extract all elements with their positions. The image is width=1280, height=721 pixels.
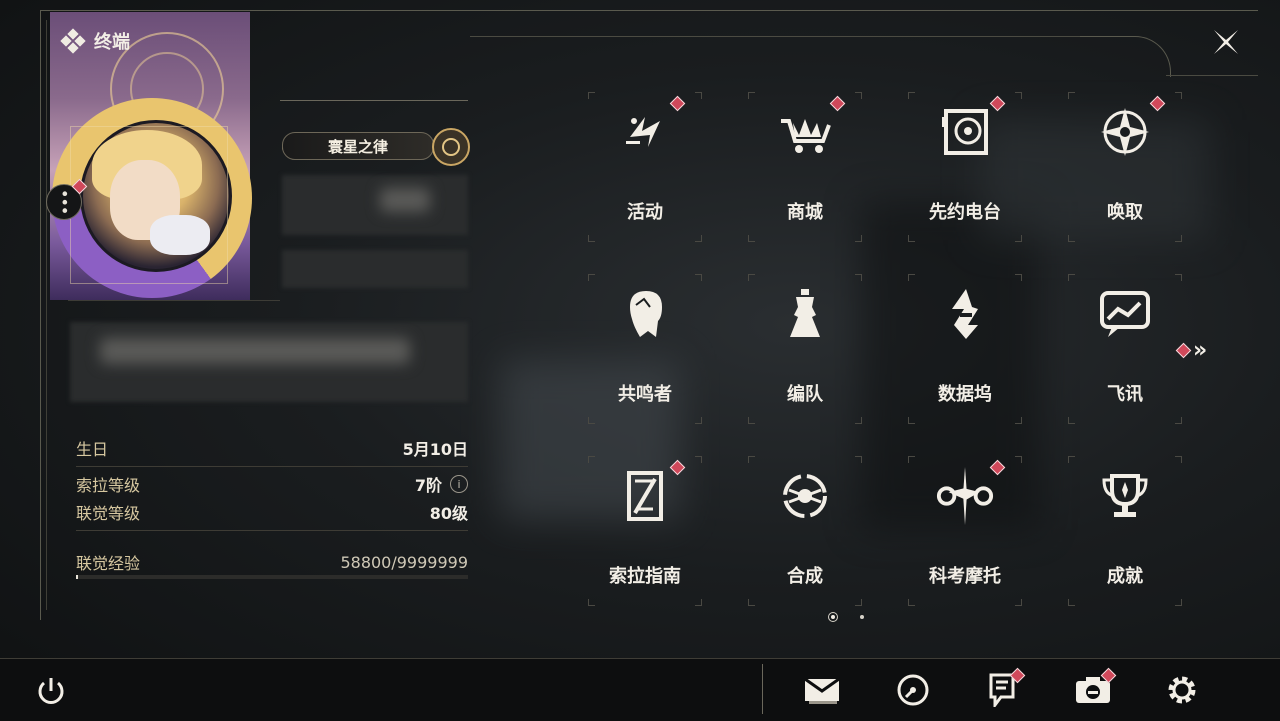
mail-icon: [804, 677, 840, 704]
synthesis-icon: [775, 466, 835, 526]
divider: [76, 466, 468, 467]
menu-grid: 活动 商城 先约电台 唤取 共鸣者 编队 数据坞 飞讯 索拉指南 合成 科考摩托…: [580, 92, 1200, 632]
menu-item-motorcycle[interactable]: 科考摩托: [900, 456, 1030, 606]
notice-button[interactable]: [982, 667, 1026, 710]
menu-item-label: 合成: [787, 566, 823, 587]
union-level-value: 80级: [429, 504, 468, 523]
menu-item-label: 商城: [787, 202, 823, 223]
menu-item-label: 索拉指南: [609, 566, 681, 587]
double-chevron-right-icon: »: [1193, 337, 1207, 363]
menu-item-guide[interactable]: 索拉指南: [580, 456, 710, 606]
birthday-label: 生日: [76, 440, 109, 459]
union-level-label: 联觉等级: [76, 504, 141, 523]
plate-emblem-icon: [432, 128, 470, 166]
menu-item-radio[interactable]: 先约电台: [900, 92, 1030, 242]
redacted-block: [282, 175, 468, 235]
menu-item-label: 编队: [787, 384, 823, 405]
menu-item-team[interactable]: 编队: [740, 274, 870, 424]
menu-item-label: 活动: [627, 202, 663, 223]
avatar-frame: [70, 126, 228, 284]
power-button[interactable]: [34, 674, 68, 708]
settings-icon: [1168, 676, 1196, 704]
union-exp-row: 联觉经验 58800/9999999: [76, 550, 468, 574]
resonator-icon: [615, 284, 675, 344]
frame-line: [40, 10, 1258, 11]
data-bank-icon: [935, 284, 995, 344]
page-dot-1[interactable]: [828, 612, 838, 622]
convene-icon: [1095, 102, 1155, 162]
close-button[interactable]: [1208, 24, 1244, 60]
menu-item-synthesis[interactable]: 合成: [740, 456, 870, 606]
guide-icon: [615, 466, 675, 526]
menu-item-label: 成就: [1107, 566, 1143, 587]
divider: [76, 530, 468, 531]
sola-level-row: 索拉等级 7阶 i: [76, 472, 468, 496]
info-icon[interactable]: i: [450, 475, 468, 493]
more-dots-icon: •••: [55, 189, 74, 215]
menu-item-data-bank[interactable]: 数据坞: [900, 274, 1030, 424]
team-icon: [775, 284, 835, 344]
redacted-text: [100, 338, 410, 364]
notification-badge: [1175, 342, 1192, 358]
birthday-value: 5月10日: [402, 440, 468, 459]
menu-item-label: 数据坞: [938, 384, 992, 405]
clock-icon: [897, 674, 929, 706]
terminal-logo-icon: [60, 28, 86, 54]
redacted-block: [282, 250, 468, 288]
motorcycle-icon: [935, 466, 995, 526]
menu-item-label: 科考摩托: [929, 566, 1001, 587]
menu-item-label: 飞讯: [1107, 384, 1143, 405]
birthday-row: 生日 5月10日: [76, 436, 468, 460]
divider: [762, 664, 763, 714]
menu-item-label: 唤取: [1107, 202, 1143, 223]
menu-item-label: 共鸣者: [618, 384, 672, 405]
frame-line: [40, 10, 41, 620]
menu-item-resonator[interactable]: 共鸣者: [580, 274, 710, 424]
sola-level-value: 7阶: [414, 476, 442, 495]
page-dot-2[interactable]: [860, 615, 864, 619]
redacted-text: [380, 188, 430, 212]
divider: [68, 300, 280, 301]
frame-line: [470, 36, 1082, 37]
power-icon: [38, 678, 64, 704]
union-level-row: 联觉等级 80级: [76, 500, 468, 524]
mail-button[interactable]: [802, 670, 842, 710]
menu-item-events[interactable]: 活动: [580, 92, 710, 242]
shop-cart-icon: [775, 102, 835, 162]
menu-item-convene[interactable]: 唤取: [1060, 92, 1190, 242]
trophy-icon: [1095, 466, 1155, 526]
title-plate[interactable]: 寰星之律: [282, 132, 434, 160]
sola-level-label: 索拉等级: [76, 476, 141, 495]
camera-button[interactable]: [1073, 667, 1117, 710]
frame-line: [46, 20, 47, 610]
menu-item-achievements[interactable]: 成就: [1060, 456, 1190, 606]
union-exp-progress-bar: [76, 575, 468, 579]
page-title: 终端: [94, 32, 130, 53]
radio-icon: [935, 102, 995, 162]
next-page-button[interactable]: »: [1175, 337, 1222, 363]
menu-item-label: 先约电台: [929, 202, 1001, 223]
sola-level-value-group: 7阶 i: [415, 472, 468, 496]
settings-button[interactable]: [1162, 670, 1202, 710]
clock-button[interactable]: [893, 670, 933, 710]
messages-icon: [1095, 284, 1155, 344]
union-exp-label: 联觉经验: [76, 554, 141, 573]
page-indicator: [828, 612, 864, 622]
menu-item-messages[interactable]: 飞讯: [1060, 274, 1190, 424]
union-exp-progress-fill: [76, 575, 79, 579]
title-plate-label: 寰星之律: [327, 137, 388, 156]
divider: [280, 100, 468, 101]
close-icon: [1214, 30, 1238, 54]
terminal-header: 终端: [60, 28, 130, 54]
menu-item-shop[interactable]: 商城: [740, 92, 870, 242]
union-exp-value: 58800/9999999: [340, 552, 468, 572]
events-icon: [615, 102, 675, 162]
frame-line: [1166, 75, 1258, 76]
frame-curve: [1080, 36, 1171, 77]
